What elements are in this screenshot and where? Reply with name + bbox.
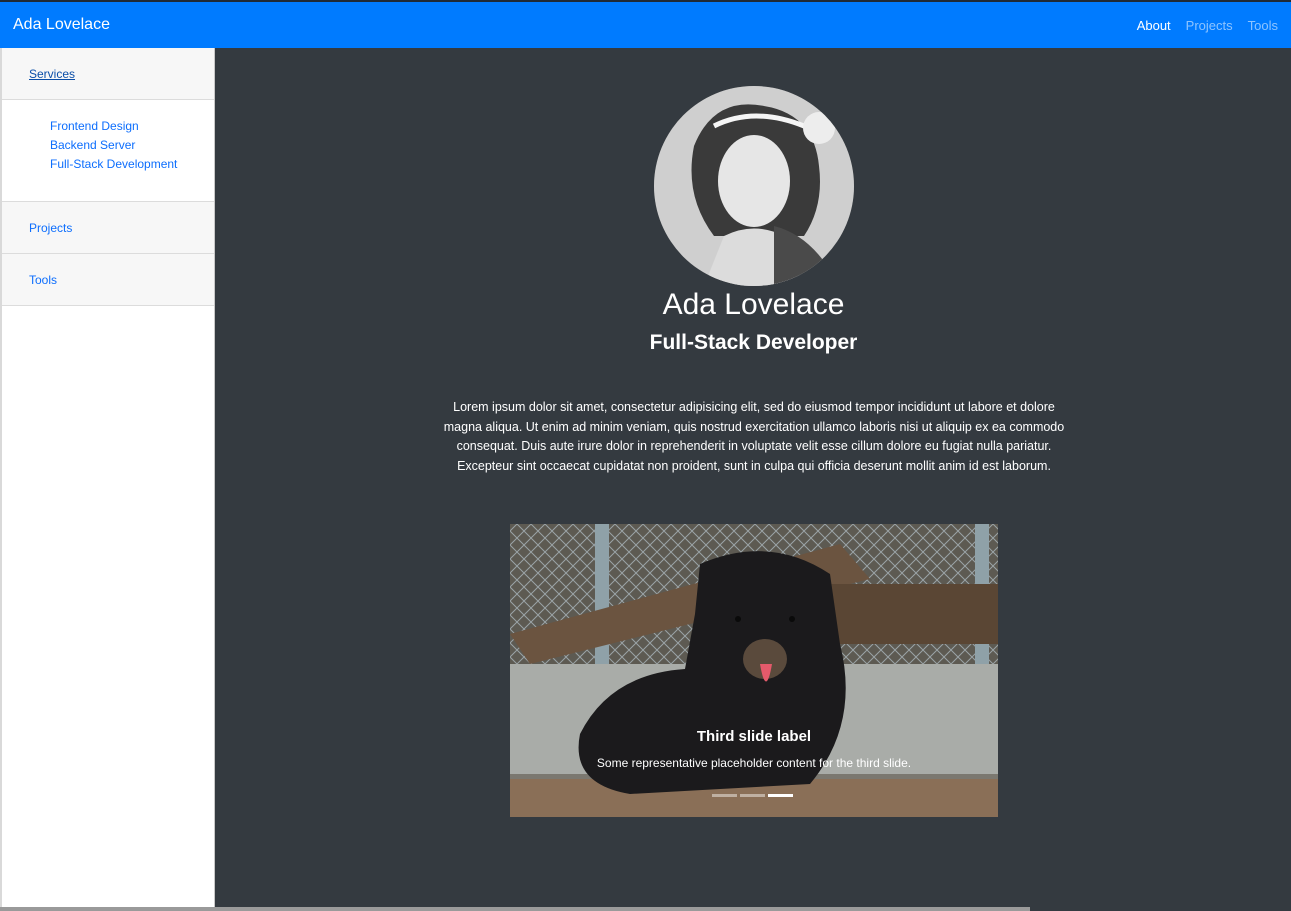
nav-link-about[interactable]: About xyxy=(1137,18,1171,33)
window-bottom-strip xyxy=(0,907,1030,911)
sidebar-item-services[interactable]: Services xyxy=(29,67,75,81)
sidebar-item-tools[interactable]: Tools xyxy=(29,273,57,287)
sidebar-section-tools: Tools xyxy=(2,254,214,306)
sidebar-section-projects: Projects xyxy=(2,202,214,254)
main-content: Ada Lovelace Full-Stack Developer Lorem … xyxy=(216,48,1291,911)
profile-name: Ada Lovelace xyxy=(662,288,845,321)
top-navbar: Ada Lovelace About Projects Tools xyxy=(0,0,1291,48)
sidebar: Services Frontend Design Backend Server … xyxy=(0,48,215,911)
sidebar-item-projects[interactable]: Projects xyxy=(29,221,72,235)
portrait-image xyxy=(654,86,854,286)
profile-bio: Lorem ipsum dolor sit amet, consectetur … xyxy=(443,400,1065,473)
carousel-indicator-1[interactable] xyxy=(712,794,737,797)
carousel-slide-image xyxy=(510,524,998,817)
sidebar-subitem-backend-server[interactable]: Backend Server xyxy=(50,137,214,153)
sidebar-subitem-full-stack-development[interactable]: Full-Stack Development xyxy=(50,156,214,172)
sidebar-subitem-frontend-design[interactable]: Frontend Design xyxy=(50,118,214,134)
nav-link-projects[interactable]: Projects xyxy=(1186,18,1233,33)
image-carousel[interactable]: Third slide label Some representative pl… xyxy=(510,524,998,817)
carousel-caption-title: Third slide label xyxy=(696,728,812,745)
navbar-brand[interactable]: Ada Lovelace xyxy=(13,16,110,34)
sidebar-services-submenu: Frontend Design Backend Server Full-Stac… xyxy=(2,100,214,202)
profile-role: Full-Stack Developer xyxy=(649,331,858,354)
carousel-indicator-3[interactable] xyxy=(768,794,793,797)
carousel-caption-text: Some representative placeholder content … xyxy=(596,756,912,770)
carousel-indicators xyxy=(712,794,793,797)
profile-avatar xyxy=(654,86,854,286)
sidebar-section-services: Services xyxy=(2,48,214,100)
carousel-indicator-2[interactable] xyxy=(740,794,765,797)
nav-link-tools[interactable]: Tools xyxy=(1248,18,1278,33)
top-nav-links: About Projects Tools xyxy=(1137,18,1278,33)
